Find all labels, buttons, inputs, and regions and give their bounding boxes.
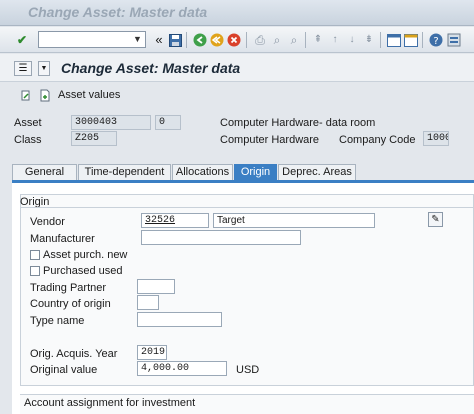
company-code-field: 1000 bbox=[423, 131, 449, 146]
asset-purch-new-checkbox[interactable] bbox=[30, 250, 40, 260]
find-next-icon[interactable]: ⌕ bbox=[286, 32, 302, 48]
toolbar-separator bbox=[246, 32, 247, 48]
country-of-origin-field[interactable] bbox=[137, 295, 159, 310]
trading-partner-label: Trading Partner bbox=[30, 282, 107, 294]
next-page-icon[interactable]: ↓ bbox=[344, 32, 360, 48]
cancel-icon[interactable] bbox=[226, 32, 242, 48]
document-icon[interactable] bbox=[36, 87, 52, 103]
type-name-label: Type name bbox=[30, 315, 85, 327]
window-title-bar: Change Asset: Master data bbox=[0, 0, 474, 26]
find-icon[interactable]: ⌕ bbox=[269, 32, 285, 48]
toolbar-separator bbox=[422, 32, 423, 48]
last-page-icon[interactable]: ⇟ bbox=[361, 32, 377, 48]
command-field[interactable]: ▼ bbox=[38, 31, 146, 48]
application-toolbar: Asset values bbox=[0, 83, 474, 107]
tab-deprec-areas[interactable]: Deprec. Areas bbox=[278, 164, 356, 180]
original-value-field[interactable]: 4,000.00 bbox=[137, 361, 227, 376]
tab-origin[interactable]: Origin bbox=[234, 164, 277, 180]
vendor-label: Vendor bbox=[30, 216, 65, 228]
class-label: Class bbox=[14, 134, 42, 146]
double-chevron-left-icon[interactable]: « bbox=[151, 32, 167, 48]
check-icon[interactable]: ✔ bbox=[14, 32, 30, 48]
print-icon[interactable]: ⎙ bbox=[252, 32, 268, 48]
asset-number-field: 3000403 bbox=[71, 115, 151, 130]
page-title-bar: ☰ ▼ Change Asset: Master data bbox=[0, 54, 474, 82]
orig-acquis-year-field[interactable]: 2019 bbox=[137, 345, 167, 360]
page-title: Change Asset: Master data bbox=[61, 60, 241, 76]
customize-icon[interactable] bbox=[446, 32, 462, 48]
trading-partner-field[interactable] bbox=[137, 279, 175, 294]
company-code-label: Company Code bbox=[339, 134, 416, 146]
toolbar-separator bbox=[305, 32, 306, 48]
country-of-origin-label: Country of origin bbox=[30, 298, 111, 310]
menu-icon[interactable]: ☰ bbox=[14, 61, 32, 76]
tab-general[interactable]: General bbox=[12, 164, 77, 180]
group-divider bbox=[20, 207, 474, 208]
tab-allocations[interactable]: Allocations bbox=[172, 164, 233, 180]
account-assignment-group-title: Account assignment for investment bbox=[24, 397, 196, 409]
orig-acquis-year-label: Orig. Acquis. Year bbox=[30, 348, 118, 360]
purchased-used-label: Purchased used bbox=[43, 265, 123, 277]
asset-purch-new-label: Asset purch. new bbox=[43, 249, 128, 261]
refresh-icon[interactable] bbox=[17, 87, 33, 103]
shortcut-icon[interactable] bbox=[403, 32, 419, 48]
first-page-icon[interactable]: ⇞ bbox=[310, 32, 326, 48]
back-icon[interactable] bbox=[192, 32, 208, 48]
tab-time-dependent[interactable]: Time-dependent bbox=[78, 164, 171, 180]
chevron-down-icon[interactable]: ▼ bbox=[131, 33, 144, 46]
previous-page-icon[interactable]: ↑ bbox=[327, 32, 343, 48]
manufacturer-label: Manufacturer bbox=[30, 233, 95, 245]
vendor-name-field[interactable]: Target bbox=[213, 213, 375, 228]
chevron-down-icon[interactable]: ▼ bbox=[38, 61, 50, 76]
asset-values-button[interactable]: Asset values bbox=[58, 89, 120, 101]
window-title: Change Asset: Master data bbox=[28, 4, 208, 20]
exit-icon[interactable] bbox=[209, 32, 225, 48]
create-session-icon[interactable] bbox=[386, 32, 402, 48]
toolbar-separator bbox=[380, 32, 381, 48]
help-icon[interactable]: ? bbox=[428, 32, 444, 48]
toolbar-separator bbox=[186, 32, 187, 48]
original-value-label: Original value bbox=[30, 364, 98, 376]
standard-toolbar: ✔ ▼ « ⎙ ⌕ ⌕ ⇞ ↑ ↓ ⇟ ? bbox=[0, 27, 474, 53]
asset-label: Asset bbox=[14, 117, 42, 129]
class-description: Computer Hardware bbox=[220, 134, 320, 146]
edit-icon[interactable]: ✎ bbox=[428, 212, 443, 227]
currency-label: USD bbox=[236, 364, 260, 376]
type-name-field[interactable] bbox=[137, 312, 222, 327]
command-input[interactable] bbox=[39, 32, 129, 47]
vendor-field[interactable]: 32526 bbox=[141, 213, 209, 228]
svg-text:?: ? bbox=[433, 36, 438, 47]
class-field: Z205 bbox=[71, 131, 117, 146]
manufacturer-field[interactable] bbox=[141, 230, 301, 245]
purchased-used-checkbox[interactable] bbox=[30, 266, 40, 276]
asset-subnumber-field: 0 bbox=[155, 115, 181, 130]
asset-description: Computer Hardware- data room bbox=[220, 117, 376, 129]
save-icon[interactable] bbox=[167, 32, 183, 48]
